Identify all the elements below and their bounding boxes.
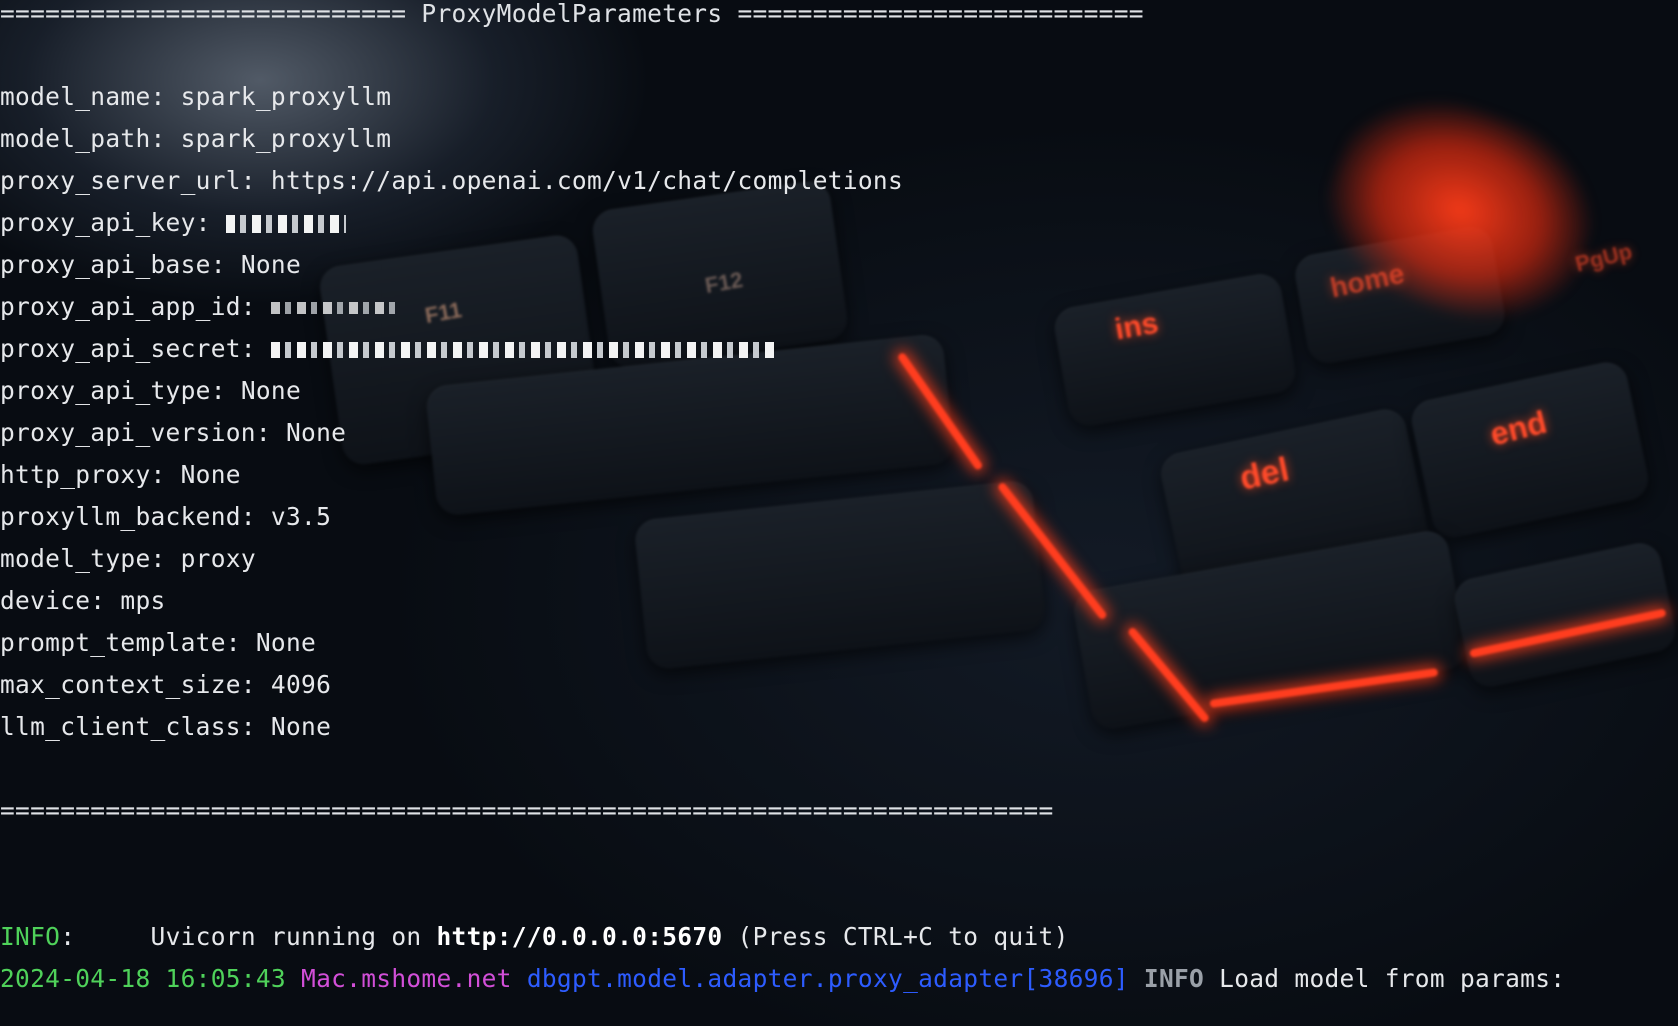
param-value: None [270,712,332,741]
param-key: prompt_template: [0,628,241,657]
param-line: proxy_api_version: None [0,413,346,453]
param-line: prompt_template: None [0,623,316,663]
server-url[interactable]: http://0.0.0.0:5670 [437,922,723,951]
redacted-api-secret [270,342,776,358]
param-value: None [285,418,347,447]
terminal-window[interactable]: F11 F12 ins home del end PgUp ==========… [0,0,1678,1026]
log-level: INFO [0,922,61,951]
param-line: model_type: proxy [0,539,256,579]
param-line: device: mps [0,581,166,621]
terminal-output[interactable]: =========================== ProxyModelPa… [0,0,1678,993]
param-key: llm_client_class: [0,712,256,741]
param-key: proxyllm_backend: [0,502,256,531]
log-logger: dbgpt.model.adapter.proxy_adapter[38696] [526,964,1129,993]
param-value: None [255,628,317,657]
redacted-api-key [225,215,346,233]
param-line: max_context_size: 4096 [0,665,331,705]
uvicorn-message: Uvicorn running on [150,922,422,951]
param-line: proxy_api_app_id: [0,287,396,327]
param-key: max_context_size: [0,670,256,699]
param-key: model_path: [0,124,166,153]
parameters-header: =========================== ProxyModelPa… [0,0,1144,28]
param-line: proxy_server_url: https://api.openai.com… [0,161,903,201]
param-value: spark_proxyllm [180,82,392,111]
log-level: INFO [1143,964,1205,993]
param-line: http_proxy: None [0,455,241,495]
param-key: proxy_server_url: [0,166,256,195]
log-timestamp: 2024-04-18 16:05:43 [0,964,286,993]
param-key: proxy_api_key: [0,208,211,237]
param-value: proxy [180,544,256,573]
param-line: model_path: spark_proxyllm [0,119,391,159]
param-key: model_type: [0,544,166,573]
redacted-app-id [270,302,396,314]
param-value: v3.5 [270,502,332,531]
param-key: model_name: [0,82,166,111]
param-line: proxy_api_secret: [0,329,776,369]
param-value: spark_proxyllm [180,124,392,153]
log-message: Load model from params: [1219,964,1566,993]
param-key: proxy_api_app_id: [0,292,256,321]
param-value: mps [120,586,166,615]
param-value: https://api.openai.com/v1/chat/completio… [270,166,904,195]
param-value: None [240,250,302,279]
param-key: proxy_api_version: [0,418,271,447]
param-line: proxyllm_backend: v3.5 [0,497,331,537]
param-line: model_name: spark_proxyllm [0,77,391,117]
param-key: proxy_api_type: [0,376,226,405]
param-key: device: [0,586,106,615]
parameters-footer: ========================================… [0,796,1054,825]
param-key: http_proxy: [0,460,166,489]
param-key: proxy_api_secret: [0,334,256,363]
param-line: llm_client_class: None [0,707,331,747]
uvicorn-log-line: INFO: Uvicorn running on http://0.0.0.0:… [0,917,1069,957]
log-colon: : [60,922,76,951]
log-host: Mac.mshome.net [301,964,512,993]
model-log-line: 2024-04-18 16:05:43 Mac.mshome.net dbgpt… [0,959,1565,999]
quit-hint: (Press CTRL+C to quit) [737,922,1069,951]
param-value: None [180,460,241,489]
param-line: proxy_api_base: None [0,245,301,285]
param-value: 4096 [270,670,332,699]
param-line: proxy_api_key: [0,203,346,243]
param-line: proxy_api_type: None [0,371,301,411]
param-value: None [240,376,302,405]
param-key: proxy_api_base: [0,250,226,279]
